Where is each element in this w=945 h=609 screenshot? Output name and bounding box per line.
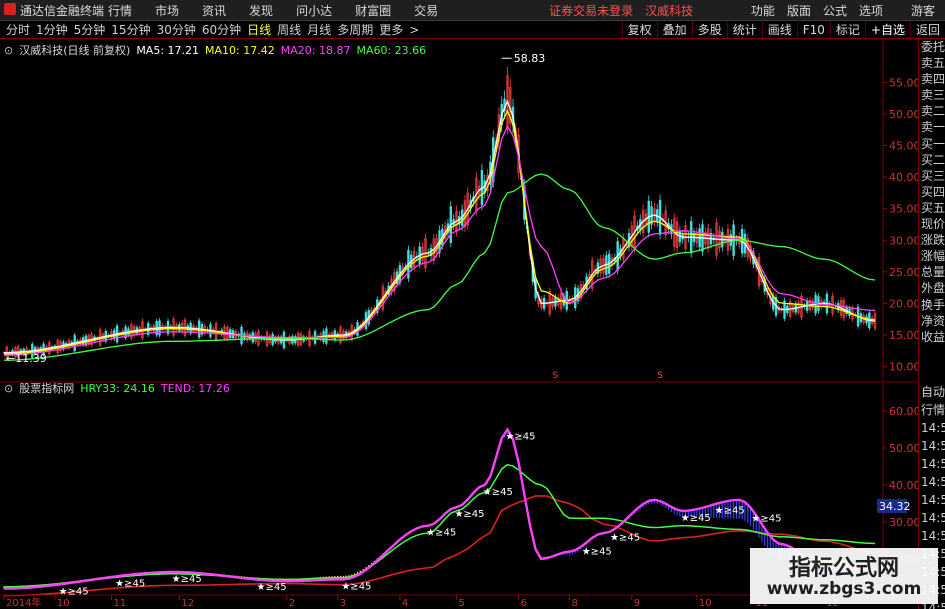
quote-field-6[interactable]: 买一: [919, 136, 945, 152]
signal-label: ★≥45: [483, 487, 513, 498]
stock-terminal-window: 通达信金融终端 行情 市场 资讯 发现 问小达 财富圈 交易 证券交易未登录 汉…: [0, 0, 945, 609]
quote-field-13[interactable]: 涨幅: [919, 248, 945, 264]
x-tick-label: 3: [340, 598, 346, 609]
main-y-tick-label: 45.00: [889, 140, 921, 153]
chart-settings-icon[interactable]: ⊙: [4, 44, 13, 57]
x-tick-label: 9: [634, 598, 640, 609]
ma60-label: MA60: 23.66: [356, 44, 427, 57]
signal-label: ★≥45: [582, 547, 612, 558]
x-tick-label: 2014年: [6, 596, 41, 609]
signal-label: ★≥45: [454, 509, 484, 520]
tick-row-5[interactable]: 14:5: [919, 473, 945, 491]
ma10-label: MA10: 17.42: [205, 44, 275, 57]
main-y-tick-label: 40.00: [889, 171, 921, 184]
quote-field-1[interactable]: 卖五: [919, 55, 945, 71]
quote-field-3[interactable]: 卖三: [919, 87, 945, 103]
main-y-tick-label: 10.00: [889, 361, 921, 374]
tick-row-1[interactable]: 行情: [919, 401, 945, 419]
tick-row-0[interactable]: 自动: [919, 383, 945, 401]
dividend-marker: S: [657, 371, 663, 381]
tend-label: TEND: 17.26: [160, 382, 230, 395]
hry33-label: HRY33: 24.16: [80, 382, 155, 395]
signal-label: ★≥45: [426, 528, 456, 539]
quote-field-9[interactable]: 买四: [919, 184, 945, 200]
main-chart-title: 汉威科技(日线 前复权): [19, 44, 131, 57]
high-price-label: 58.83: [514, 52, 546, 65]
sub-legend: ⊙ 股票指标网 HRY33: 24.16 TEND: 17.26: [4, 380, 236, 396]
current-value-label: 34.32: [879, 500, 911, 513]
sub-y-tick-label: 50.00: [889, 442, 921, 455]
indicator-title: 股票指标网: [19, 382, 75, 395]
tick-row-3[interactable]: 14:5: [919, 437, 945, 455]
signal-label: ★≥45: [59, 586, 89, 597]
quote-field-7[interactable]: 买二: [919, 152, 945, 168]
quote-field-12[interactable]: 涨跌: [919, 232, 945, 248]
signal-label: ★≥45: [257, 582, 287, 593]
main-y-tick-label: 20.00: [889, 297, 921, 310]
signal-label: ★≥45: [751, 513, 781, 524]
main-y-tick-label: 55.00: [889, 76, 921, 89]
watermark-url: www.zbgs3.com: [766, 579, 922, 599]
tick-row-2[interactable]: 14:5: [919, 419, 945, 437]
quote-field-16[interactable]: 换手: [919, 297, 945, 313]
main-legend: ⊙ 汉威科技(日线 前复权) MA5: 17.21 MA10: 17.42 MA20: …: [4, 42, 432, 58]
quote-field-2[interactable]: 卖四: [919, 71, 945, 87]
quote-field-11[interactable]: 现价: [919, 216, 945, 232]
tick-row-6[interactable]: 14:5: [919, 491, 945, 509]
indicator-line-hry33: [3, 463, 876, 588]
main-y-tick-label: 25.00: [889, 266, 921, 279]
signal-label: ★≥45: [505, 432, 535, 443]
tick-row-7[interactable]: 14:5: [919, 509, 945, 527]
quote-field-4[interactable]: 卖二: [919, 103, 945, 119]
signal-label: ★≥45: [610, 533, 640, 544]
main-y-tick-label: 35.00: [889, 203, 921, 216]
x-tick-label: 4: [402, 598, 408, 609]
low-price-label: ←11.39: [6, 352, 47, 365]
main-kline-chart[interactable]: 58.83 ←11.39 S S 10.00 15.00 20.00 25.00 30.00 3…: [0, 0, 945, 609]
quote-field-18[interactable]: 收益: [919, 329, 945, 345]
signal-label: ★≥45: [172, 574, 202, 585]
x-tick-label: 12: [181, 598, 194, 609]
tick-row-4[interactable]: 14:5: [919, 455, 945, 473]
quote-sidebar: 委托 卖五 卖四 卖三 卖二 卖一 买一 买二 买三 买四 买五 现价 涨跌 涨幅 总量 外盘 换手 净资 收益: [918, 39, 945, 382]
signal-label: ★≥45: [341, 581, 371, 592]
signal-label: ★≥45: [115, 578, 145, 589]
quote-field-14[interactable]: 总量: [919, 264, 945, 280]
x-tick-label: 2: [289, 598, 295, 609]
site-watermark: 指标公式网 www.zbgs3.com: [750, 548, 938, 604]
x-tick-label: 10: [57, 598, 70, 609]
main-y-tick-label: 15.00: [889, 329, 921, 342]
indicator-settings-icon[interactable]: ⊙: [4, 382, 13, 395]
quote-field-10[interactable]: 买五: [919, 200, 945, 216]
quote-field-15[interactable]: 外盘: [919, 280, 945, 296]
quote-field-5[interactable]: 卖一: [919, 119, 945, 135]
x-tick-label: 5: [458, 598, 464, 609]
sub-y-tick-label: 30.00: [889, 516, 921, 529]
dividend-marker: S: [552, 371, 558, 381]
quote-field-8[interactable]: 买三: [919, 168, 945, 184]
tick-row-8[interactable]: 14:5: [919, 527, 945, 545]
x-tick-label: 6: [521, 598, 527, 609]
sub-y-tick-label: 60.00: [889, 405, 921, 418]
main-y-tick-label: 50.00: [889, 108, 921, 121]
x-tick-label: 10: [699, 598, 712, 609]
quote-field-0[interactable]: 委托: [919, 39, 945, 55]
main-y-tick-label: 30.00: [889, 234, 921, 247]
watermark-title: 指标公式网: [788, 556, 899, 581]
signal-label: ★≥45: [681, 513, 711, 524]
sub-y-tick-label: 40.00: [889, 479, 921, 492]
x-tick-label: 8: [572, 598, 578, 609]
signal-label: ★≥45: [715, 506, 745, 517]
ma20-label: MA20: 18.87: [280, 44, 351, 57]
ma5-label: MA5: 17.21: [136, 44, 200, 57]
quote-field-17[interactable]: 净资: [919, 313, 945, 329]
x-tick-label: 11: [113, 598, 126, 609]
